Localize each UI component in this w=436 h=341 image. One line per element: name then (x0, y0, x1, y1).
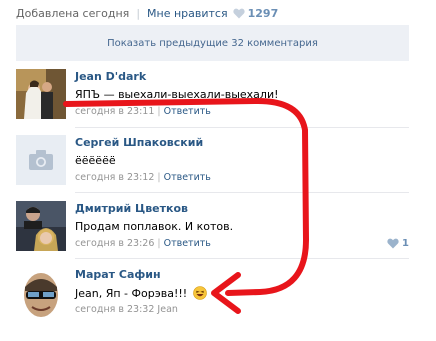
comment-author[interactable]: Дмитрий Цветков (75, 202, 188, 215)
meta-separator: | (157, 172, 161, 183)
comment-like-button[interactable]: 1 (387, 238, 409, 249)
avatar[interactable] (16, 135, 66, 185)
comment-meta: сегодня в 23:26 | Ответить (75, 238, 211, 249)
reply-button[interactable]: Ответить (164, 106, 211, 117)
laughing-emoji-icon (192, 286, 207, 300)
comment-meta: сегодня в 23:11 | Ответить (75, 106, 211, 117)
comment-time[interactable]: сегодня в 23:26 (75, 238, 154, 249)
meta-separator: | (157, 238, 161, 249)
comment-meta: сегодня в 23:12 | Ответить (75, 172, 211, 183)
added-date: Добавлена сегодня (16, 6, 130, 20)
reply-to-name[interactable]: Jean (157, 304, 178, 315)
comment-author[interactable]: Сергей Шпаковский (75, 136, 203, 149)
avatar[interactable] (16, 69, 66, 119)
like-count: 1297 (247, 6, 279, 20)
comment-item: Марат Сафин Jean, Яп - Форэва!!! сегодня… (16, 267, 409, 321)
comment-item: Дмитрий Цветков Продам поплавок. И котов… (16, 201, 409, 253)
comment-time[interactable]: сегодня в 23:11 (75, 106, 154, 117)
stats-separator: | (136, 6, 141, 20)
comment-text: ЯПЪ — выехали-выехали-выехали! (75, 88, 279, 101)
comment-time[interactable]: сегодня в 23:12 (75, 172, 154, 183)
show-previous-comments-button[interactable]: Показать предыдущие 32 комментария (16, 25, 409, 61)
comment-item: Jean D'dark ЯПЪ — выехали-выехали-выехал… (16, 69, 409, 121)
comment-time[interactable]: сегодня в 23:32 (75, 304, 154, 315)
comment-divider (75, 192, 409, 193)
heart-icon[interactable] (232, 8, 245, 19)
heart-icon (387, 238, 399, 249)
comment-text-content: Jean, Яп - Форэва!!! (75, 287, 188, 300)
meta-separator: | (157, 106, 161, 117)
comment-text: Продам поплавок. И котов. (75, 220, 234, 233)
comment-divider (75, 127, 409, 128)
comment-text: Jean, Яп - Форэва!!! (75, 286, 207, 300)
comment-divider (75, 258, 409, 259)
comment-author[interactable]: Марат Сафин (75, 268, 161, 281)
reply-button[interactable]: Ответить (164, 238, 211, 249)
comment-like-count: 1 (402, 238, 409, 249)
avatar[interactable] (16, 201, 66, 251)
comment-author[interactable]: Jean D'dark (75, 70, 146, 83)
comment-text: ёёёёёё (75, 154, 116, 167)
comment-meta: сегодня в 23:32 Jean (75, 304, 178, 315)
reply-button[interactable]: Ответить (164, 172, 211, 183)
comment-item: Сергей Шпаковский ёёёёёё сегодня в 23:12… (16, 135, 409, 187)
avatar[interactable] (16, 267, 66, 317)
like-button-label[interactable]: Мне нравится (147, 7, 228, 20)
post-stats-bar: Добавлена сегодня | Мне нравится 1297 (16, 5, 278, 21)
